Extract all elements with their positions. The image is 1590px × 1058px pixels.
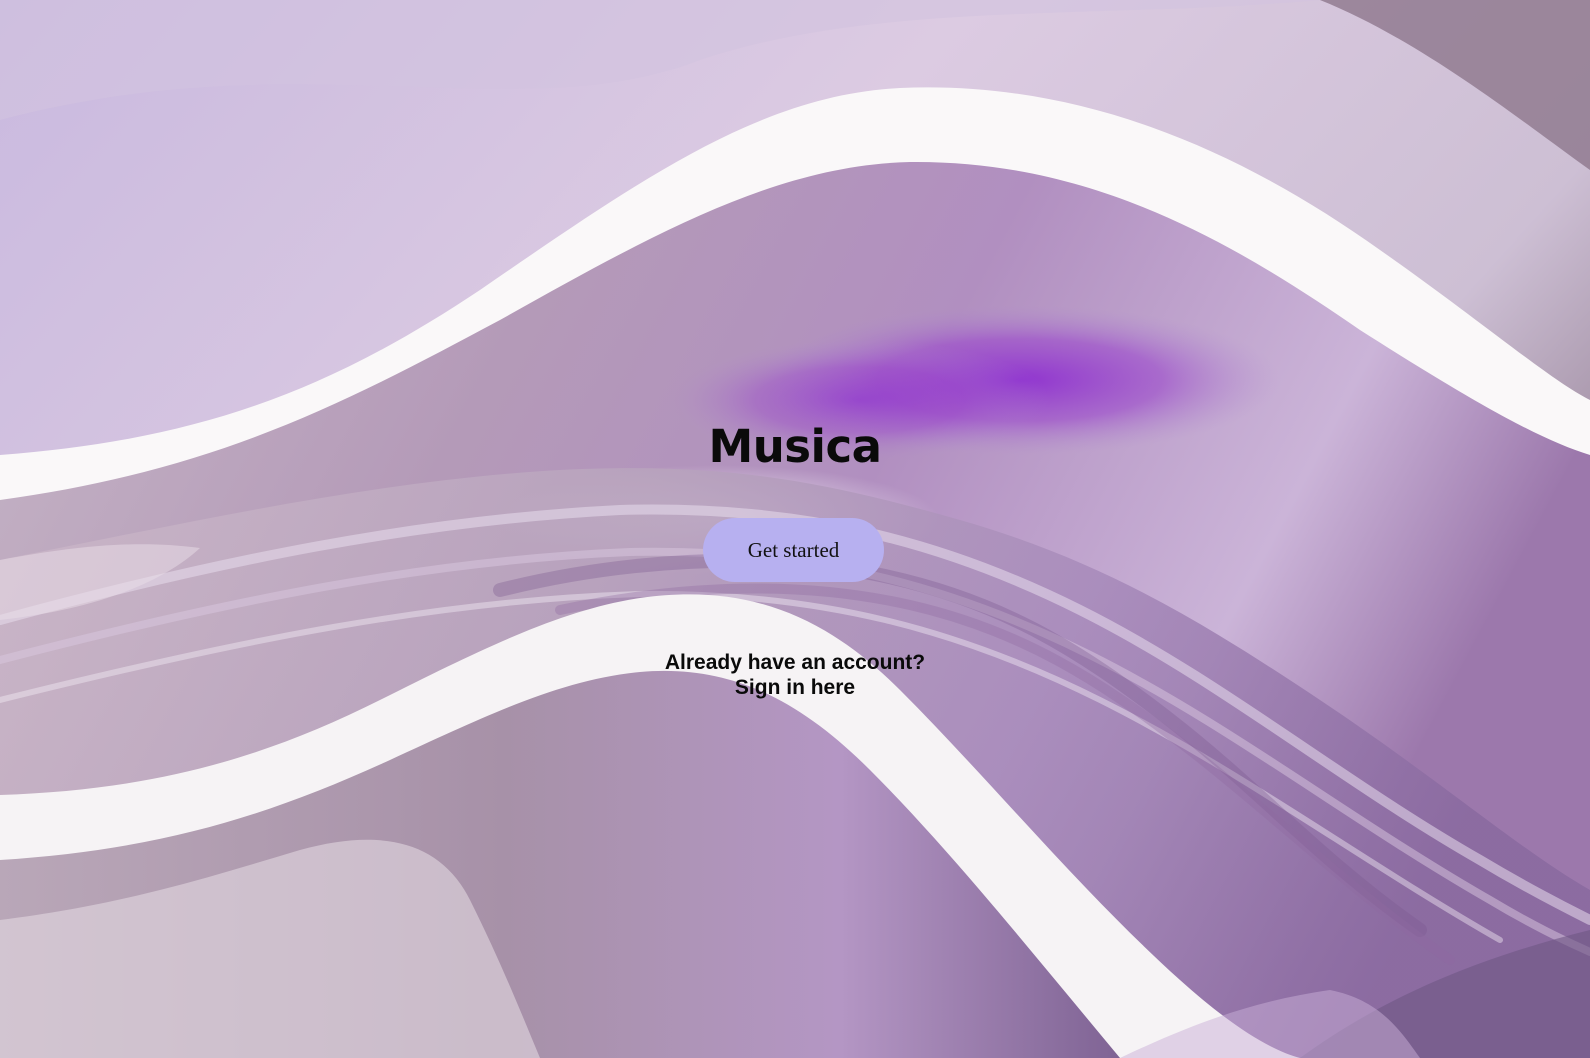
get-started-button[interactable]: Get started — [703, 518, 884, 582]
sign-in-prompt: Already have an account? Sign in here — [0, 650, 1590, 700]
app-title: Musica — [708, 420, 882, 473]
sign-in-question: Already have an account? — [664, 651, 926, 674]
landing-content: Musica Get started Already have an accou… — [0, 0, 1590, 1058]
sign-in-link[interactable]: Sign in here — [735, 676, 855, 699]
